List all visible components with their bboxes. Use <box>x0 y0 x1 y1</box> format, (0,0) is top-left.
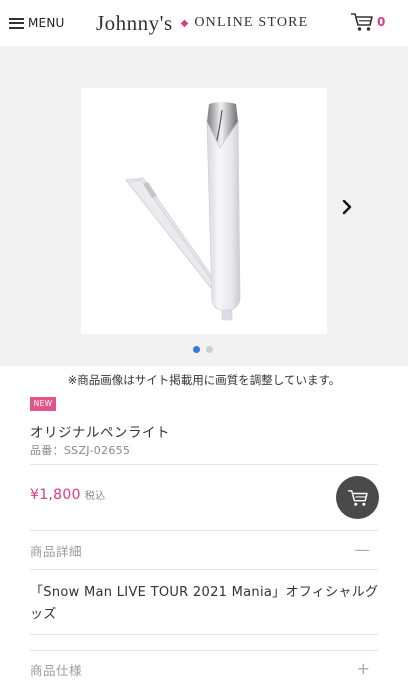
product-description: 「Snow Man LIVE TOUR 2021 Mania」オフィシャルグッズ <box>30 585 379 622</box>
cart-count-badge: 0 <box>377 15 386 29</box>
product-code: 品番：SSZJ-02655 <box>30 444 131 457</box>
divider <box>30 464 378 465</box>
pagination-dot-1[interactable] <box>193 346 200 353</box>
gallery-pagination <box>193 346 219 353</box>
divider <box>30 634 378 635</box>
product-price: ¥1,800 税込 <box>30 487 105 503</box>
penlight-illustration <box>125 102 241 321</box>
cart-icon <box>347 489 368 506</box>
logo-main-text: Johnny's <box>96 10 173 35</box>
collapse-icon[interactable]: — <box>354 541 370 559</box>
section-title-specs: 商品仕様 <box>30 663 83 678</box>
logo-sub-text: ONLINE STORE <box>194 15 309 30</box>
product-name: オリジナルペンライト <box>30 425 170 441</box>
image-notice: ※商品画像はサイト掲載用に画質を調整しています。 <box>0 366 408 402</box>
expand-icon[interactable]: + <box>357 660 370 678</box>
cart-icon <box>351 13 373 31</box>
site-header: MENU Johnny's ◆ ONLINE STORE 0 <box>0 0 408 46</box>
tax-label: 税込 <box>84 491 106 502</box>
add-to-cart-button[interactable] <box>336 476 379 519</box>
product-gallery: ※商品画像はサイト掲載用に画質を調整しています。 <box>0 46 408 402</box>
product-image[interactable] <box>81 88 327 334</box>
next-image-arrow-icon[interactable] <box>339 198 355 216</box>
pagination-dot-2[interactable] <box>206 346 213 353</box>
menu-label: MENU <box>28 16 65 30</box>
divider <box>30 569 378 570</box>
section-title-details: 商品詳細 <box>30 544 83 559</box>
header-cart-button[interactable]: 0 <box>350 12 385 32</box>
section-header-details[interactable]: 商品詳細 — <box>30 541 378 561</box>
divider <box>30 530 378 531</box>
section-header-specs[interactable]: 商品仕様 + <box>30 660 378 680</box>
menu-button[interactable]: MENU <box>9 13 65 33</box>
price-value: ¥1,800 <box>30 487 81 503</box>
store-logo[interactable]: Johnny's ◆ ONLINE STORE <box>96 10 308 36</box>
divider <box>30 650 378 651</box>
logo-diamond-icon: ◆ <box>180 17 189 29</box>
new-badge: NEW <box>30 397 56 411</box>
hamburger-icon <box>9 17 24 29</box>
